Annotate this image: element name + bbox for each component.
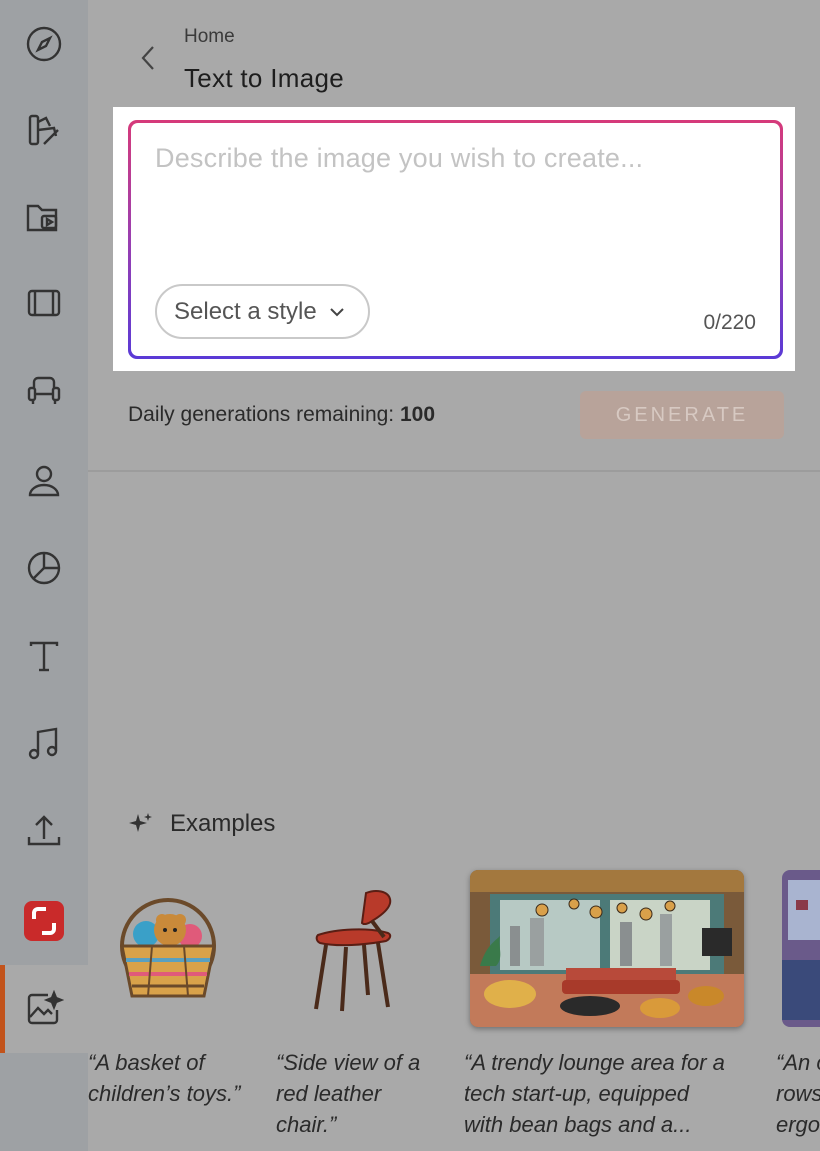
- caption-line: “Side view of a: [276, 1050, 421, 1075]
- upload-icon: [27, 815, 61, 846]
- sparkles-icon: [129, 813, 152, 832]
- caption-line: “A basket of: [88, 1050, 205, 1075]
- music-icon: [28, 727, 58, 760]
- folder-video-icon: [26, 204, 58, 232]
- example-caption-lounge: “A trendy lounge area for a tech start-u…: [464, 1047, 754, 1140]
- red-app-icon: [24, 901, 64, 941]
- palette-icon: [28, 114, 59, 146]
- sidebar: [0, 0, 88, 1151]
- divider: [88, 470, 820, 472]
- breadcrumb[interactable]: Home: [184, 26, 235, 48]
- user-icon: [28, 465, 60, 497]
- style-dropdown-label: Select a style: [174, 297, 317, 325]
- caption-line: rows: [776, 1081, 820, 1106]
- sidebar-item-text[interactable]: [0, 612, 88, 700]
- film-icon: [27, 289, 61, 317]
- pie-chart-icon: [27, 551, 61, 585]
- main-content: Home Text to Image Describe the image yo…: [88, 0, 820, 1151]
- caption-line: tech start-up, equipped: [464, 1081, 690, 1106]
- examples-title: Examples: [170, 810, 276, 837]
- prompt-input[interactable]: Describe the image you wish to create...…: [131, 123, 780, 356]
- daily-generations-label: Daily generations remaining:: [128, 403, 400, 426]
- prompt-panel: Describe the image you wish to create...…: [113, 107, 795, 371]
- daily-generations: Daily generations remaining: 100: [128, 403, 435, 427]
- armchair-icon: [27, 376, 61, 404]
- sidebar-item-text-to-image[interactable]: [0, 965, 88, 1053]
- caption-line: “An o: [776, 1050, 820, 1075]
- prompt-field-border: Describe the image you wish to create...…: [128, 120, 783, 359]
- character-counter: 0/220: [703, 311, 756, 334]
- back-button[interactable]: [134, 40, 162, 76]
- ai-image-icon: [27, 989, 64, 1025]
- prompt-placeholder: Describe the image you wish to create...: [155, 143, 644, 173]
- sidebar-item-furniture[interactable]: [0, 346, 88, 434]
- style-dropdown[interactable]: Select a style: [155, 284, 370, 339]
- caption-line: with bean bags and a...: [464, 1112, 692, 1137]
- compass-icon: [26, 26, 62, 62]
- sidebar-item-music[interactable]: [0, 700, 88, 788]
- sidebar-item-avatar[interactable]: [0, 437, 88, 525]
- caption-line: “A trendy lounge area for a: [464, 1050, 725, 1075]
- sidebar-item-design[interactable]: [0, 86, 88, 174]
- caption-line: ergo: [776, 1112, 820, 1137]
- sidebar-item-projects[interactable]: [0, 172, 88, 260]
- caption-line: red leather: [276, 1081, 382, 1106]
- generate-button[interactable]: GENERATE: [580, 391, 784, 439]
- example-image-chair[interactable]: [306, 885, 406, 1013]
- sidebar-item-explore[interactable]: [0, 0, 88, 88]
- sidebar-item-analytics[interactable]: [0, 524, 88, 612]
- page-title: Text to Image: [184, 63, 344, 93]
- sidebar-item-video[interactable]: [0, 259, 88, 347]
- sidebar-item-app[interactable]: [0, 877, 88, 965]
- example-caption-office: “An o rows ergo: [776, 1047, 820, 1140]
- example-image-lounge[interactable]: [470, 870, 744, 1027]
- example-caption-chair: “Side view of a red leather chair.”: [276, 1047, 456, 1140]
- example-image-basket[interactable]: [112, 890, 224, 1010]
- caption-line: children’s toys.”: [88, 1081, 241, 1106]
- sidebar-item-upload[interactable]: [0, 787, 88, 875]
- caption-line: chair.”: [276, 1112, 337, 1137]
- chevron-left-icon: [141, 46, 154, 70]
- example-image-office[interactable]: [782, 870, 820, 1027]
- text-icon: [29, 641, 59, 672]
- daily-generations-count: 100: [399, 403, 436, 426]
- examples-heading: Examples: [128, 810, 275, 838]
- chevron-down-icon: [330, 307, 344, 316]
- example-caption-basket: “A basket of children’s toys.”: [88, 1047, 268, 1109]
